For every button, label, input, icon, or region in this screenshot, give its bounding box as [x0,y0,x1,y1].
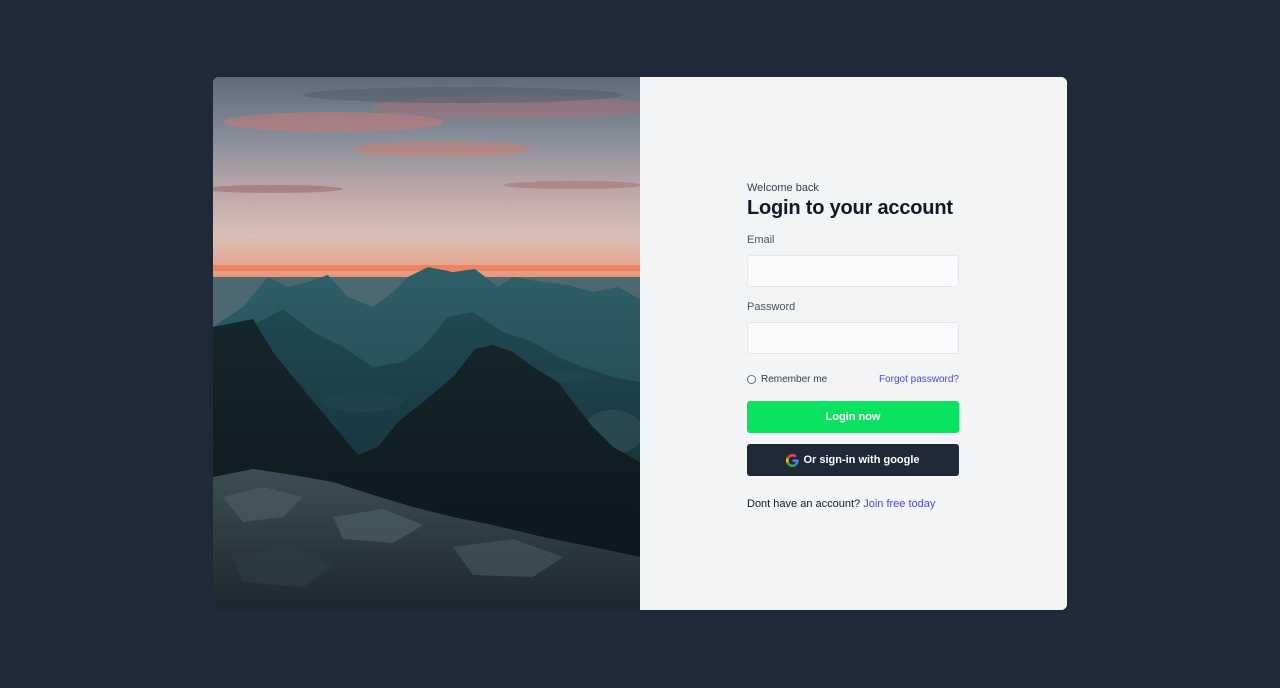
remember-me-label: Remember me [761,373,828,385]
join-free-link[interactable]: Join free today [863,498,935,510]
email-label: Email [747,234,775,246]
google-signin-label: Or sign-in with google [803,454,920,466]
google-icon [786,453,799,467]
login-options-row: Remember me Forgot password? [747,372,959,386]
login-button[interactable]: Login now [747,401,959,433]
welcome-text: Welcome back [747,182,819,194]
forgot-password-link[interactable]: Forgot password? [879,374,959,385]
signup-prompt-text: Dont have an account? [747,498,861,510]
email-input[interactable] [747,255,959,287]
password-input[interactable] [747,322,959,354]
remember-me-radio[interactable] [747,374,756,384]
login-card: Welcome back Login to your account Email… [213,77,1067,610]
password-label: Password [747,301,796,313]
login-form: Welcome back Login to your account Email… [747,182,959,510]
page-title: Login to your account [747,197,953,219]
remember-me-option[interactable]: Remember me [747,374,827,385]
login-form-pane: Welcome back Login to your account Email… [640,77,1067,610]
signup-prompt: Dont have an account? Join free today [747,498,959,510]
mountain-sunset-image [213,77,640,610]
google-signin-button[interactable]: Or sign-in with google [747,444,959,476]
